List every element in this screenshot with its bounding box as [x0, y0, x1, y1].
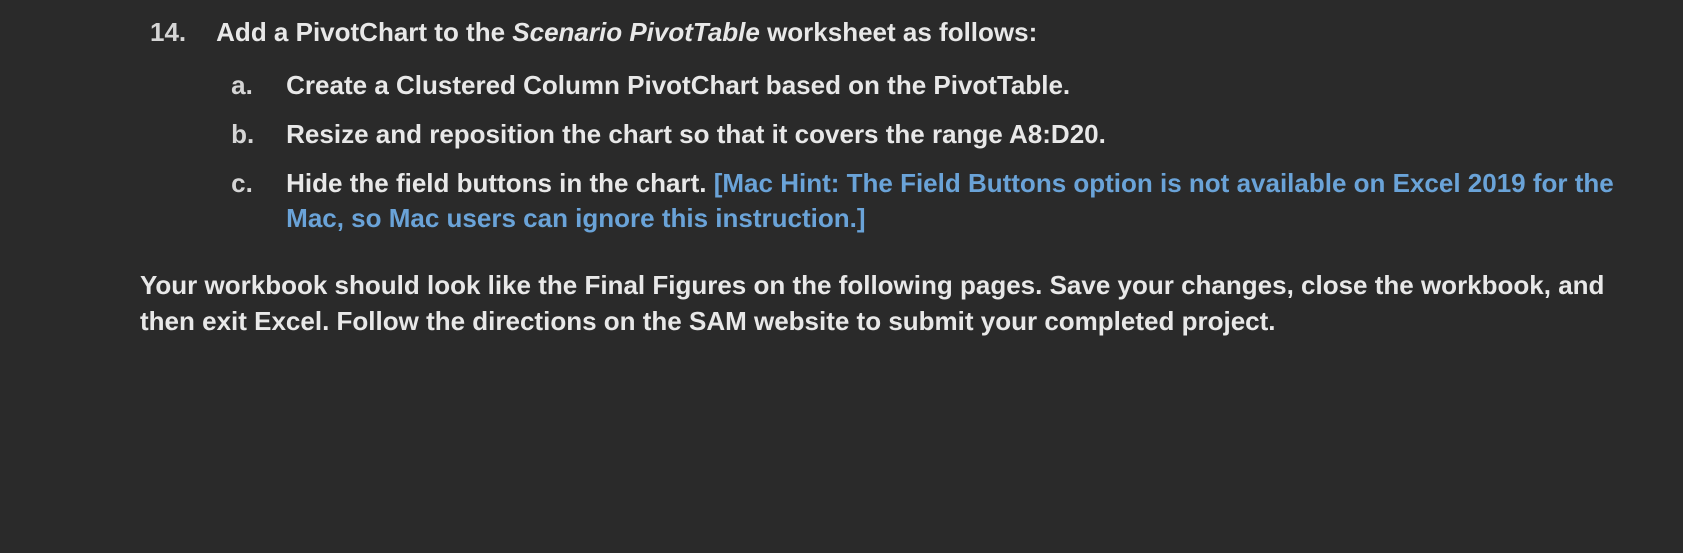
closing-paragraph: Your workbook should look like the Final…	[30, 268, 1663, 338]
sub-text: Create a Clustered Column PivotChart bas…	[286, 68, 1633, 103]
question-item-14: 14. Add a PivotChart to the Scenario Piv…	[30, 15, 1663, 250]
sub-text: Hide the field buttons in the chart. [Ma…	[286, 166, 1633, 236]
sub-text-main: Hide the field buttons in the chart.	[286, 168, 714, 198]
sub-item-b: b. Resize and reposition the chart so th…	[216, 117, 1633, 152]
sub-list: a. Create a Clustered Column PivotChart …	[216, 68, 1633, 236]
sub-marker: a.	[216, 68, 286, 103]
sub-marker: b.	[216, 117, 286, 152]
sub-item-c: c. Hide the field buttons in the chart. …	[216, 166, 1633, 236]
sub-item-a: a. Create a Clustered Column PivotChart …	[216, 68, 1633, 103]
question-intro-prefix: Add a PivotChart to the	[216, 17, 512, 47]
question-intro-suffix: worksheet as follows:	[760, 17, 1037, 47]
question-content: Add a PivotChart to the Scenario PivotTa…	[216, 15, 1663, 250]
sub-marker: c.	[216, 166, 286, 236]
question-intro-italic: Scenario PivotTable	[512, 17, 760, 47]
sub-text: Resize and reposition the chart so that …	[286, 117, 1633, 152]
question-number: 14.	[30, 15, 216, 250]
